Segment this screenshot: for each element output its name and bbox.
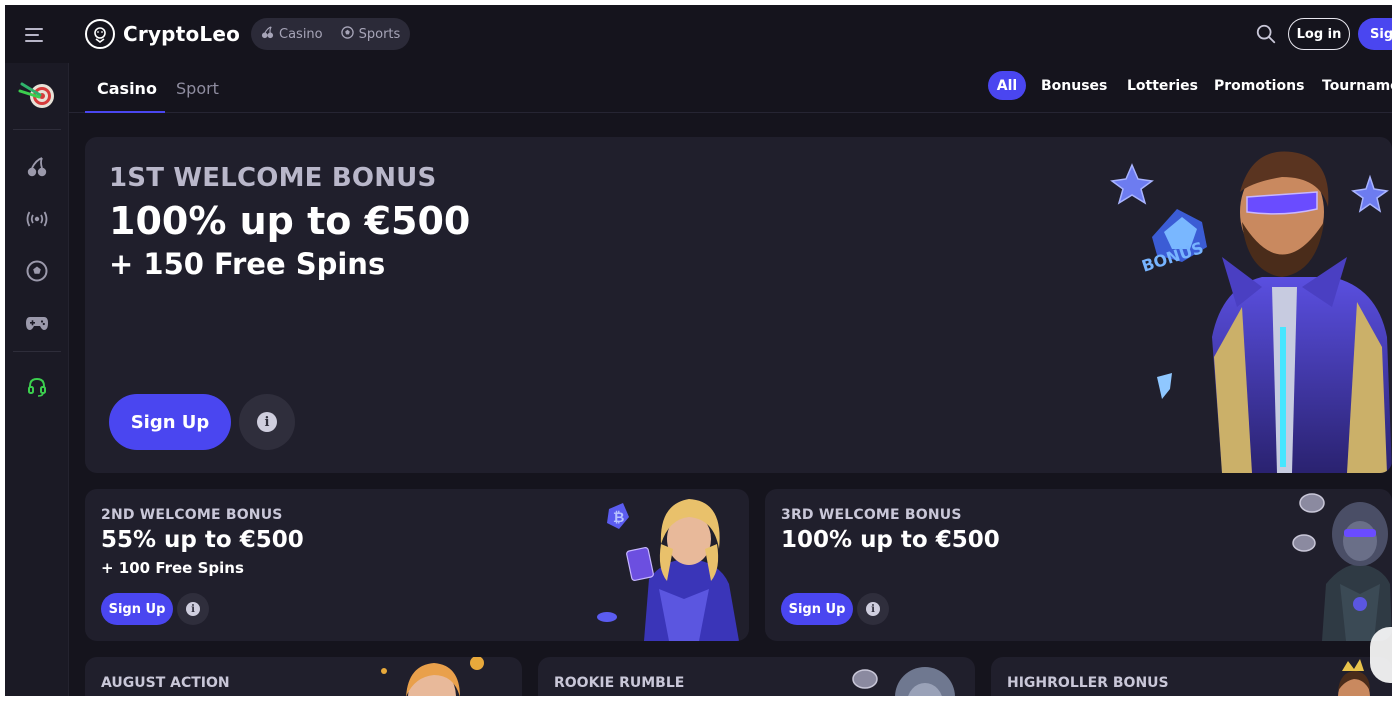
welcome-bonus-hero: 1ST WELCOME BONUS 100% up to €500 + 150 … xyxy=(85,137,1392,473)
sidebar-divider xyxy=(13,129,61,130)
soccer-ball-icon xyxy=(340,26,354,42)
promo-card-rookie-rumble[interactable]: ROOKIE RUMBLE xyxy=(538,657,975,696)
info-icon: i xyxy=(186,602,200,616)
promo-card-august-action[interactable]: AUGUST ACTION xyxy=(85,657,522,696)
filter-tournaments[interactable]: Tournaments xyxy=(1322,71,1392,100)
card-info-button[interactable]: i xyxy=(177,593,209,625)
sidebar xyxy=(5,63,69,696)
card-title: 55% up to €500 xyxy=(101,527,304,553)
mode-sports[interactable]: Sports xyxy=(340,26,401,42)
card-signup-button[interactable]: Sign Up xyxy=(101,593,173,625)
cherry-icon[interactable] xyxy=(17,149,57,185)
promo-label: ROOKIE RUMBLE xyxy=(554,675,685,691)
hero-signup-button[interactable]: Sign Up xyxy=(109,394,231,450)
filter-all[interactable]: All xyxy=(988,71,1026,100)
card-info-button[interactable]: i xyxy=(857,593,889,625)
chat-launcher-button[interactable] xyxy=(1370,627,1392,683)
promo-illustration xyxy=(852,667,955,696)
soccer-ball-icon[interactable] xyxy=(17,253,57,289)
mode-sports-label: Sports xyxy=(358,26,401,42)
mode-switch: Casino Sports xyxy=(251,18,411,50)
top-bar: CryptoLeo Casino Sports Log in Sign up xyxy=(5,5,1392,63)
sidebar-divider xyxy=(13,351,61,352)
hero-character-illustration: BONUS xyxy=(1110,151,1392,473)
sub-navigation: Casino Sport All Bonuses Lotteries Promo… xyxy=(69,63,1392,113)
filter-promotions[interactable]: Promotions xyxy=(1214,71,1304,100)
tab-sport[interactable]: Sport xyxy=(176,63,219,113)
active-tab-indicator xyxy=(85,111,165,113)
live-broadcast-icon[interactable] xyxy=(17,201,57,237)
mode-casino-label: Casino xyxy=(279,26,323,42)
darts-target-icon[interactable] xyxy=(17,77,57,113)
female-character-illustration: ₿ xyxy=(597,499,739,641)
info-icon: i xyxy=(866,602,880,616)
filter-bonuses[interactable]: Bonuses xyxy=(1041,71,1107,100)
hero-subtitle: + 150 Free Spins xyxy=(109,247,386,281)
signup-button[interactable]: Sign up xyxy=(1358,18,1392,50)
hamburger-menu-icon[interactable] xyxy=(25,25,49,45)
card-eyebrow: 3RD WELCOME BONUS xyxy=(781,507,962,523)
card-eyebrow: 2ND WELCOME BONUS xyxy=(101,507,283,523)
lion-logo-icon xyxy=(85,19,115,49)
mode-casino[interactable]: Casino xyxy=(261,26,323,42)
hero-info-button[interactable]: i xyxy=(239,394,295,450)
login-button[interactable]: Log in xyxy=(1288,18,1350,50)
lion-character-illustration xyxy=(1292,493,1392,641)
promo-card-highroller-bonus[interactable]: HIGHROLLER BONUS xyxy=(991,657,1392,696)
hero-title: 100% up to €500 xyxy=(109,199,471,243)
search-icon[interactable] xyxy=(1255,23,1279,47)
gamepad-icon[interactable] xyxy=(17,305,57,341)
promo-label: AUGUST ACTION xyxy=(101,675,230,691)
svg-text:₿: ₿ xyxy=(613,510,624,526)
hero-eyebrow: 1ST WELCOME BONUS xyxy=(109,163,437,193)
card-signup-button[interactable]: Sign Up xyxy=(781,593,853,625)
promo-label: HIGHROLLER BONUS xyxy=(1007,675,1169,691)
filter-lotteries[interactable]: Lotteries xyxy=(1127,71,1198,100)
bonus-card-3rd: 3RD WELCOME BONUS 100% up to €500 Sign U… xyxy=(765,489,1392,641)
tab-casino[interactable]: Casino xyxy=(97,63,157,113)
brand-name: CryptoLeo xyxy=(123,22,241,46)
headset-support-icon[interactable] xyxy=(17,369,57,405)
app-window: CryptoLeo Casino Sports Log in Sign up xyxy=(5,5,1392,696)
promo-illustration xyxy=(381,657,484,696)
cherry-icon xyxy=(261,26,274,42)
bonus-card-2nd: 2ND WELCOME BONUS 55% up to €500 + 100 F… xyxy=(85,489,749,641)
brand-logo[interactable]: CryptoLeo xyxy=(85,17,240,51)
card-title: 100% up to €500 xyxy=(781,527,1000,553)
card-subtitle: + 100 Free Spins xyxy=(101,559,244,577)
info-icon: i xyxy=(257,412,277,432)
